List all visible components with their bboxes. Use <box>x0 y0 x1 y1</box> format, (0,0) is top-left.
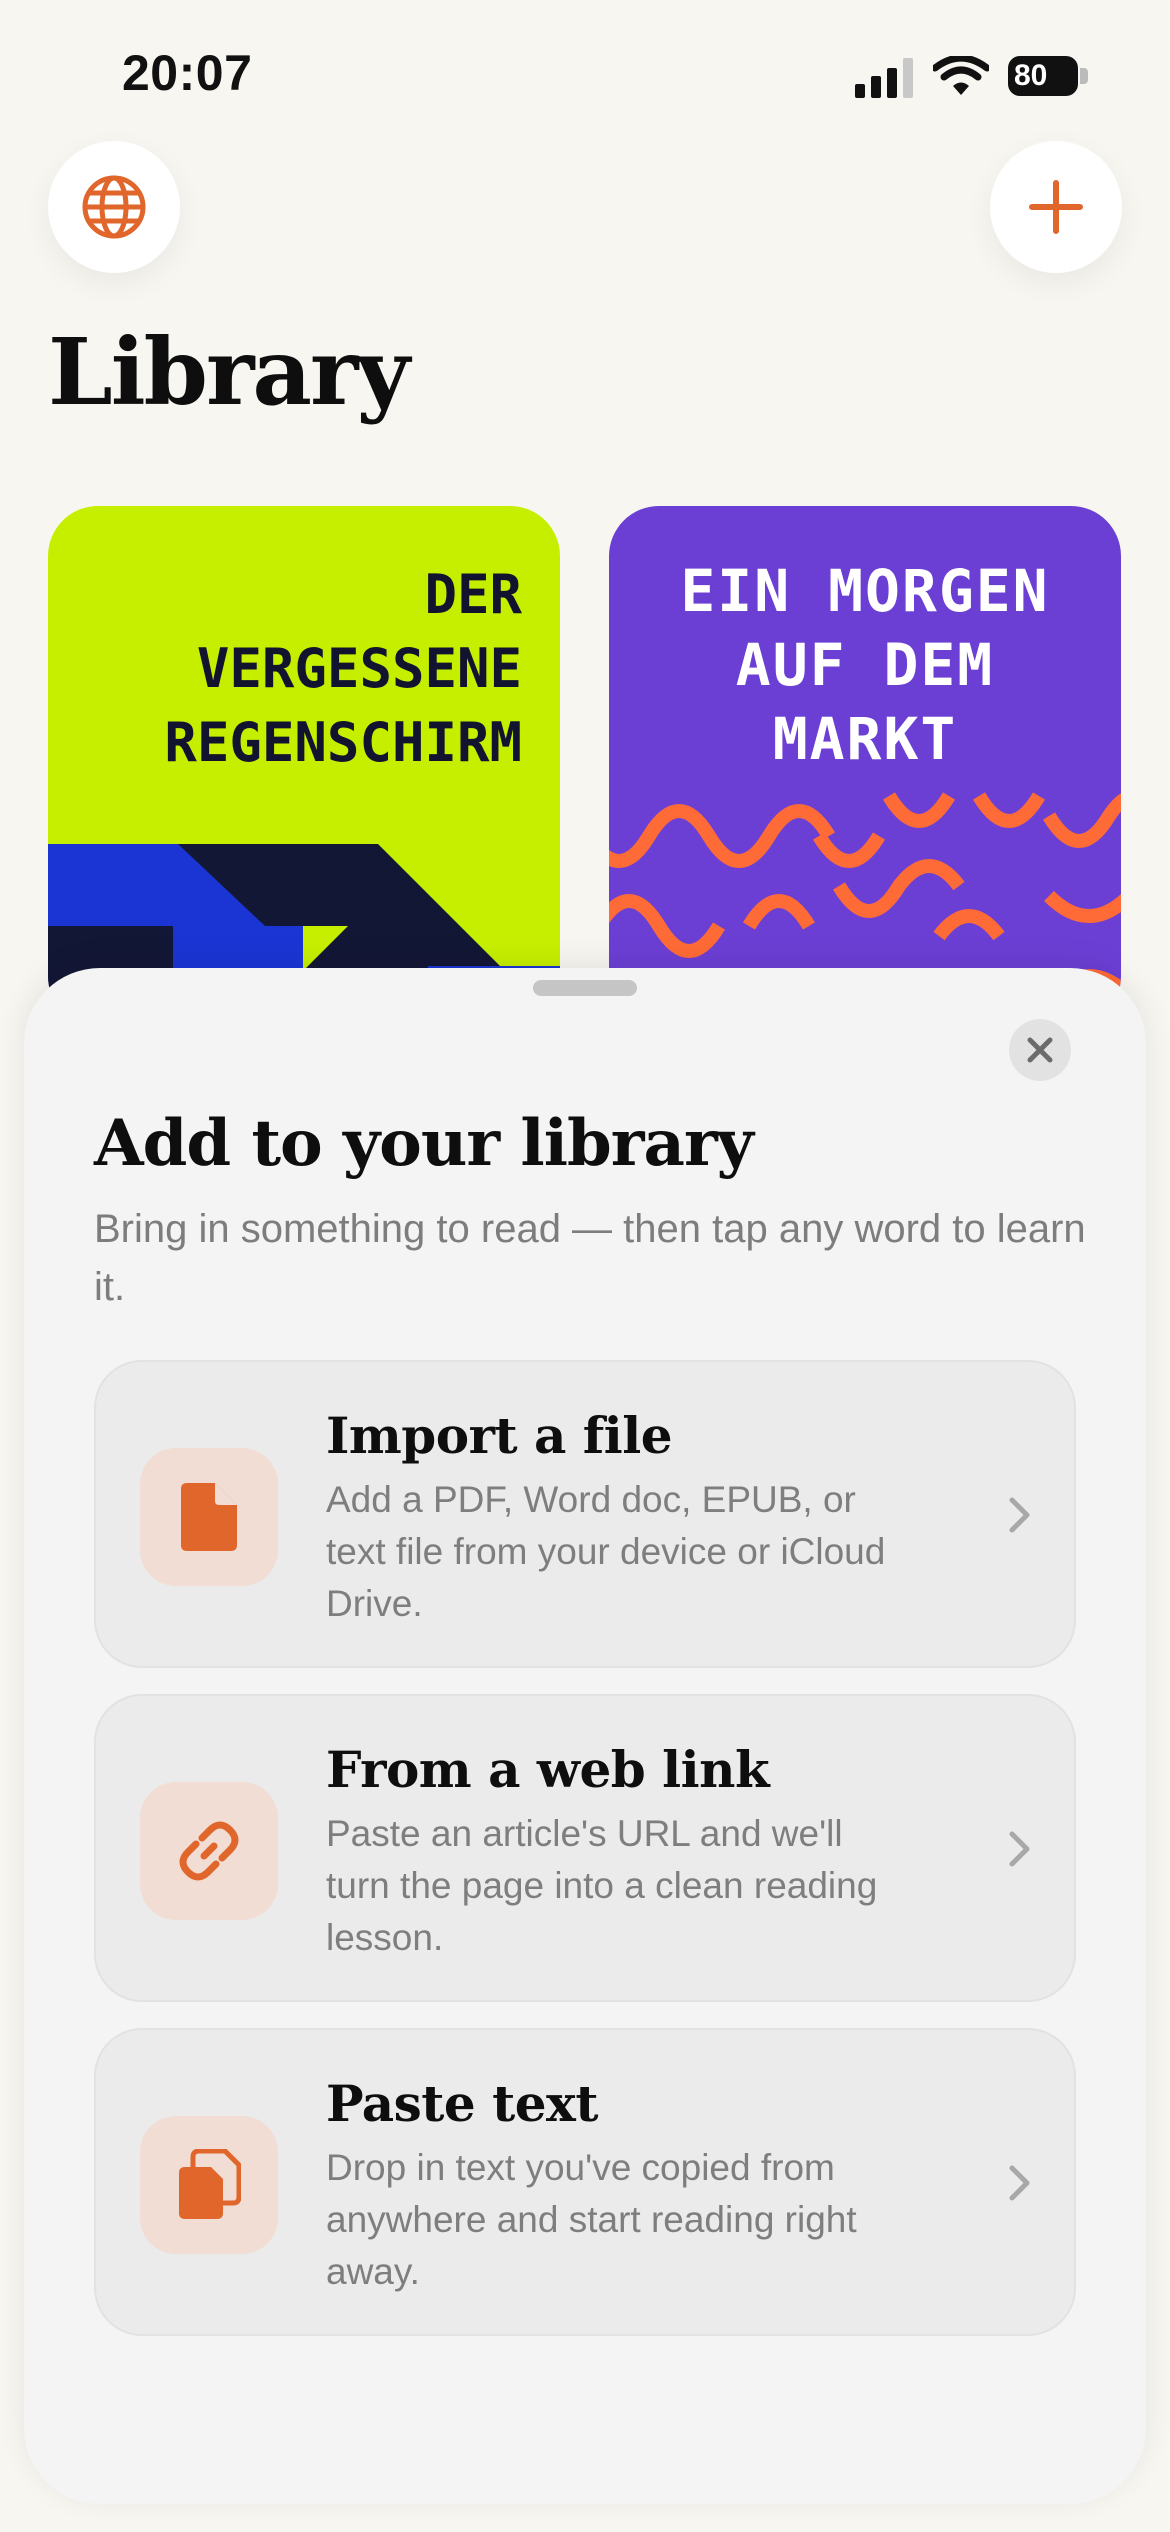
sheet-grabber[interactable] <box>533 980 637 996</box>
option-description: Paste an article's URL and we'll turn th… <box>326 1813 878 1958</box>
add-button[interactable] <box>990 141 1122 273</box>
option-icon-box <box>140 2116 278 2254</box>
web-link-option[interactable]: From a web link Paste an article's URL a… <box>94 1694 1076 2002</box>
page-title: Library <box>48 318 410 426</box>
close-button[interactable] <box>1009 1019 1071 1081</box>
import-file-option[interactable]: Import a file Add a PDF, Word doc, EPUB,… <box>94 1360 1076 1668</box>
option-title: Import a file <box>326 1406 673 1465</box>
wifi-icon <box>933 56 989 95</box>
option-description: Add a PDF, Word doc, EPUB, or text file … <box>326 1479 886 1624</box>
status-time: 20:07 <box>122 45 253 101</box>
plus-icon <box>1029 180 1083 234</box>
chevron-right-icon <box>1009 2165 1030 2201</box>
chevron-right-icon <box>1009 1831 1030 1867</box>
clipboard-icon <box>179 2149 241 2219</box>
sheet-title: Add to your library <box>94 1106 754 1181</box>
book-title: DER VERGESSENE REGENSCHIRM <box>164 563 522 774</box>
book-card[interactable]: EIN MORGEN AUF DEM MARKT <box>609 506 1121 1026</box>
option-icon-box <box>140 1782 278 1920</box>
battery-icon: 80 <box>1008 56 1088 96</box>
add-to-library-sheet: Add to your library Bring in something t… <box>24 968 1146 2504</box>
link-icon <box>179 1821 239 1881</box>
file-icon <box>181 1483 237 1551</box>
option-title: From a web link <box>326 1740 770 1799</box>
status-bar: 20:07 80 <box>0 0 1170 150</box>
option-title: Paste text <box>326 2074 598 2133</box>
cellular-signal-icon <box>855 58 913 98</box>
battery-level: 80 <box>1008 56 1078 96</box>
book-card[interactable]: DER VERGESSENE REGENSCHIRM <box>48 506 560 1026</box>
language-button[interactable] <box>48 141 180 273</box>
paste-text-option[interactable]: Paste text Drop in text you've copied fr… <box>94 2028 1076 2336</box>
option-icon-box <box>140 1448 278 1586</box>
chevron-right-icon <box>1009 1497 1030 1533</box>
sheet-subtitle: Bring in something to read — then tap an… <box>94 1207 1086 1309</box>
book-title: EIN MORGEN AUF DEM MARKT <box>680 557 1050 773</box>
option-description: Drop in text you've copied from anywhere… <box>326 2147 857 2292</box>
globe-icon <box>82 175 146 239</box>
close-icon <box>1027 1037 1053 1063</box>
